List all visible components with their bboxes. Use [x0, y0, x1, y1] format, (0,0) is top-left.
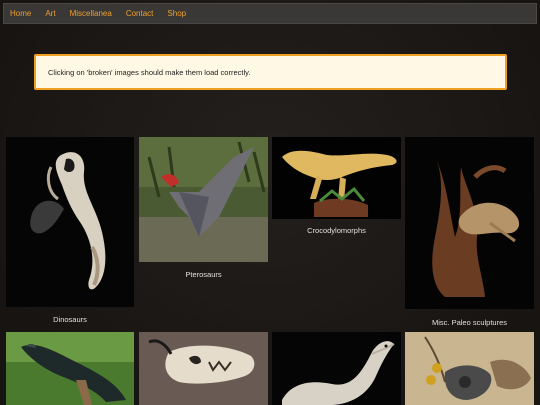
dinosaurs-thumbnail[interactable]: [6, 137, 134, 307]
pterosaurs-caption[interactable]: Pterosaurs: [139, 270, 268, 279]
gallery-card-feathered-dinosaur[interactable]: [272, 332, 401, 405]
top-navbar: Home Art Miscellanea Contact Shop: [3, 3, 537, 24]
crocodylomorphs-caption[interactable]: Crocodylomorphs: [272, 226, 401, 235]
skull-thumbnail[interactable]: [139, 332, 268, 405]
gallery-card-pendant[interactable]: [405, 332, 534, 405]
nav-contact-link[interactable]: Contact: [126, 9, 154, 18]
gallery-card-lizard[interactable]: [6, 332, 134, 405]
nav-miscellanea-link[interactable]: Miscellanea: [70, 9, 112, 18]
notice-text: Clicking on 'broken' images should make …: [48, 67, 251, 77]
nav-shop-link[interactable]: Shop: [167, 9, 186, 18]
misc-paleo-thumbnail[interactable]: [405, 137, 534, 309]
feathered-dinosaur-thumbnail[interactable]: [272, 332, 401, 405]
nav-home-link[interactable]: Home: [10, 9, 31, 18]
gallery-card-crocodylomorphs[interactable]: Crocodylomorphs: [272, 137, 401, 237]
pterosaurs-thumbnail[interactable]: [139, 137, 268, 262]
crocodylomorphs-thumbnail[interactable]: [272, 137, 401, 219]
pendant-thumbnail[interactable]: [405, 332, 534, 405]
gallery-card-pterosaurs[interactable]: Pterosaurs: [139, 137, 268, 282]
nav-art-link[interactable]: Art: [45, 9, 55, 18]
broken-images-notice: Clicking on 'broken' images should make …: [34, 54, 507, 90]
gallery-card-dinosaurs[interactable]: Dinosaurs: [6, 137, 134, 327]
gallery-card-misc-paleo[interactable]: Misc. Paleo sculptures: [405, 137, 534, 330]
dinosaurs-caption[interactable]: Dinosaurs: [6, 315, 134, 324]
lizard-thumbnail[interactable]: [6, 332, 134, 405]
misc-paleo-caption[interactable]: Misc. Paleo sculptures: [405, 318, 534, 327]
gallery-card-skull[interactable]: [139, 332, 268, 405]
